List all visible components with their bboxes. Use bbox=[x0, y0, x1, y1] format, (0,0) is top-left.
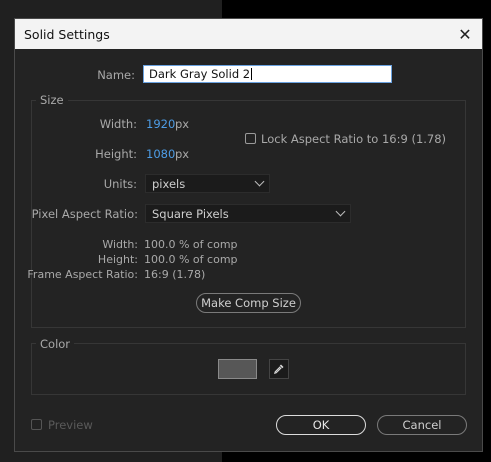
info-height-value: 100.0 % of comp bbox=[144, 253, 238, 266]
height-value[interactable]: 1080 bbox=[146, 147, 175, 161]
pixel-aspect-ratio-select[interactable]: Square Pixels bbox=[145, 204, 351, 223]
ok-button[interactable]: OK bbox=[276, 415, 366, 435]
color-swatch[interactable] bbox=[218, 359, 257, 379]
size-group-label: Size bbox=[36, 93, 68, 107]
preview-label: Preview bbox=[48, 418, 93, 432]
units-select[interactable]: pixels bbox=[145, 174, 270, 193]
lock-aspect-checkbox[interactable] bbox=[245, 133, 256, 144]
color-group-label: Color bbox=[36, 337, 75, 351]
title-bar: Solid Settings ✕ bbox=[15, 19, 482, 49]
frame-aspect-ratio-value: 16:9 (1.78) bbox=[144, 268, 206, 281]
make-comp-size-button[interactable]: Make Comp Size bbox=[196, 293, 301, 313]
height-unit: px bbox=[175, 147, 190, 161]
units-select-value: pixels bbox=[152, 177, 186, 191]
close-icon[interactable]: ✕ bbox=[448, 19, 482, 49]
height-label: Height: bbox=[95, 147, 137, 161]
info-width-label: Width: bbox=[102, 238, 138, 251]
chevron-down-icon bbox=[335, 206, 346, 217]
eyedropper-button[interactable] bbox=[269, 359, 289, 379]
width-unit: px bbox=[175, 117, 190, 131]
cancel-button[interactable]: Cancel bbox=[377, 415, 467, 435]
width-value[interactable]: 1920 bbox=[146, 117, 175, 131]
pixel-aspect-ratio-label: Pixel Aspect Ratio: bbox=[31, 207, 138, 221]
name-label: Name: bbox=[97, 68, 135, 82]
dialog-title: Solid Settings bbox=[24, 27, 110, 42]
frame-aspect-ratio-label: Frame Aspect Ratio: bbox=[27, 268, 138, 281]
chevron-down-icon bbox=[254, 176, 265, 187]
pixel-aspect-ratio-value: Square Pixels bbox=[152, 207, 229, 221]
lock-aspect-label: Lock Aspect Ratio to 16:9 (1.78) bbox=[261, 132, 447, 146]
width-label: Width: bbox=[99, 117, 137, 131]
units-label: Units: bbox=[103, 177, 137, 191]
info-height-label: Height: bbox=[97, 253, 138, 266]
preview-checkbox[interactable] bbox=[31, 419, 42, 430]
solid-settings-dialog: Solid Settings ✕ Name: Dark Gray Solid 2… bbox=[14, 18, 483, 452]
eyedropper-icon bbox=[273, 364, 284, 375]
name-input-value: Dark Gray Solid 2 bbox=[149, 67, 251, 81]
name-input[interactable]: Dark Gray Solid 2 bbox=[143, 65, 392, 83]
info-width-value: 100.0 % of comp bbox=[144, 238, 238, 251]
